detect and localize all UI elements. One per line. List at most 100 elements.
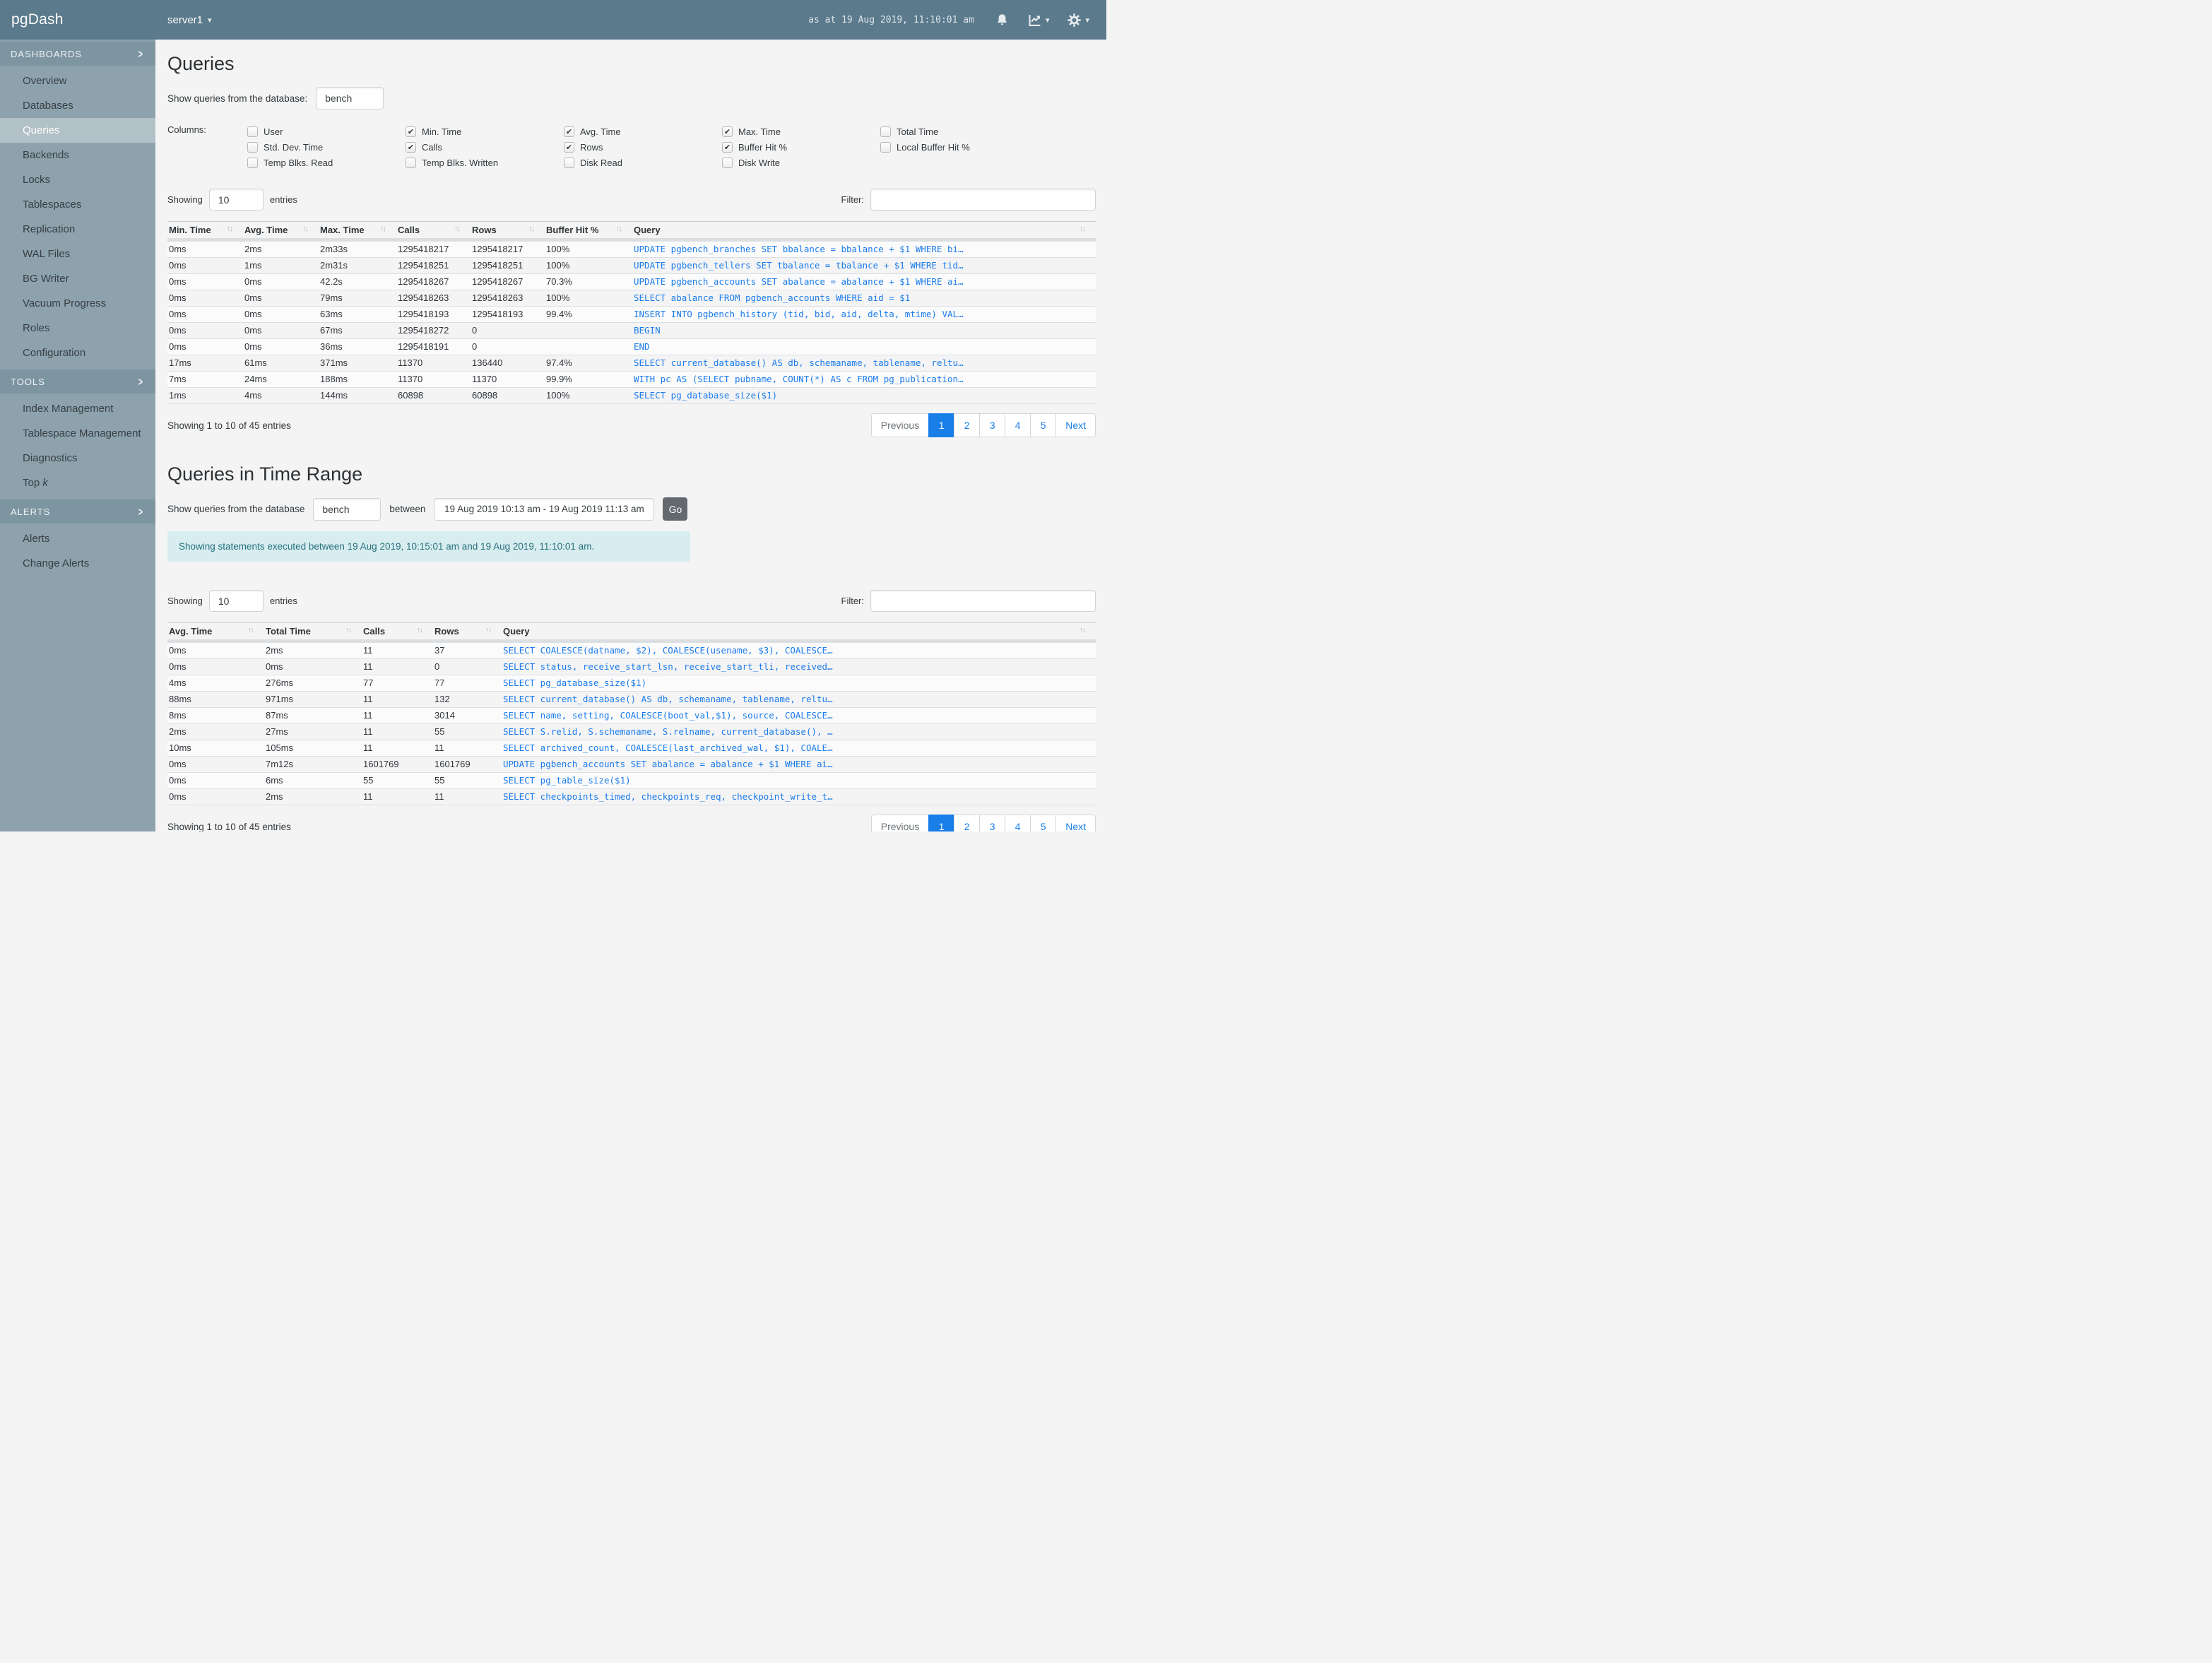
checkbox-calls[interactable]: Calls [406,139,564,155]
query-link[interactable]: SELECT abalance FROM pgbench_accounts WH… [632,290,1096,307]
query-link[interactable]: UPDATE pgbench_accounts SET abalance = a… [632,273,1096,290]
time-range-input[interactable] [434,497,655,521]
go-button[interactable]: Go [663,497,688,521]
notifications-button[interactable] [995,13,1010,28]
sidebar-item-wal-files[interactable]: WAL Files [0,242,155,266]
database-input[interactable] [313,497,382,521]
checkbox-avg-time[interactable]: Avg. Time [564,124,722,139]
query-link[interactable]: SELECT pg_database_size($1) [632,387,1096,404]
page-size-input[interactable] [208,189,264,211]
column-header-query[interactable]: ↑↓ Query [502,622,1096,643]
sort-icon: ↑↓ [302,225,309,233]
sidebar-item-change-alerts[interactable]: Change Alerts [0,551,155,576]
pagination-next[interactable]: Next [1055,413,1096,437]
query-link[interactable]: WITH pc AS (SELECT pubname, COUNT(*) AS … [632,371,1096,388]
checkbox-rows[interactable]: Rows [564,139,722,155]
column-header-max-time[interactable]: ↑↓ Max. Time [319,221,396,242]
pagination-page-5[interactable]: 5 [1030,815,1057,832]
database-input[interactable] [316,87,384,110]
query-link[interactable]: SELECT current_database() AS db, scheman… [502,691,1096,708]
query-link[interactable]: END [632,338,1096,355]
sidebar-item-tablespaces[interactable]: Tablespaces [0,192,155,217]
query-link[interactable]: SELECT pg_database_size($1) [502,675,1096,692]
query-link[interactable]: UPDATE pgbench_tellers SET tbalance = tb… [632,257,1096,274]
server-selector[interactable]: server1 ▾ [167,14,212,26]
checkbox-buffer-hit[interactable]: Buffer Hit % [722,139,880,155]
pagination-page-3[interactable]: 3 [979,413,1006,437]
pagination-page-3[interactable]: 3 [979,815,1006,832]
filter-input[interactable] [870,590,1096,612]
sidebar-item-diagnostics[interactable]: Diagnostics [0,446,155,471]
sidebar-item-tablespace-management[interactable]: Tablespace Management [0,421,155,446]
query-link[interactable]: SELECT current_database() AS db, scheman… [632,355,1096,372]
data-cell: 144ms [319,387,396,404]
column-header-avg-time[interactable]: ↑↓ Avg. Time [167,622,264,643]
charts-menu-button[interactable]: ▾ [1027,13,1049,28]
sidebar-section-alerts[interactable]: ALERTS > [0,499,155,523]
pagination-page-2[interactable]: 2 [954,413,981,437]
sidebar-item-locks[interactable]: Locks [0,167,155,192]
data-cell: 0ms [167,338,243,355]
query-link[interactable]: SELECT status, receive_start_lsn, receiv… [502,658,1096,675]
pagination-next[interactable]: Next [1055,815,1096,832]
sidebar-item-top-k[interactable]: Top k [0,471,155,495]
column-header-rows[interactable]: ↑↓ Rows [471,221,545,242]
checkbox-min-time[interactable]: Min. Time [406,124,564,139]
column-header-buffer-hit[interactable]: ↑↓ Buffer Hit % [545,221,632,242]
sidebar-item-databases[interactable]: Databases [0,93,155,118]
sidebar-section-tools[interactable]: TOOLS > [0,369,155,393]
checkbox-temp-blks-read[interactable]: Temp Blks. Read [247,155,406,170]
data-cell: 1295418217 [471,239,545,258]
column-header-query[interactable]: ↑↓ Query [632,221,1096,242]
sidebar-item-roles[interactable]: Roles [0,316,155,341]
brand-logo[interactable]: pgDash [0,11,155,28]
query-link[interactable]: SELECT archived_count, COALESCE(last_arc… [502,740,1096,757]
pagination-page-4[interactable]: 4 [1005,815,1031,832]
page-size-input[interactable] [208,590,264,612]
column-header-calls[interactable]: ↑↓ Calls [396,221,471,242]
column-header-avg-time[interactable]: ↑↓ Avg. Time [243,221,319,242]
sidebar-item-overview[interactable]: Overview [0,69,155,93]
query-link[interactable]: SELECT COALESCE(datname, $2), COALESCE(u… [502,641,1096,659]
query-link[interactable]: SELECT checkpoints_timed, checkpoints_re… [502,788,1096,805]
checkbox-std-dev-time[interactable]: Std. Dev. Time [247,139,406,155]
table-row: 8ms 87ms 11 3014 SELECT name, setting, COALE… [167,707,1096,724]
sidebar-section-dashboards[interactable]: DASHBOARDS > [0,42,155,66]
checkbox-max-time[interactable]: Max. Time [722,124,880,139]
pagination-page-2[interactable]: 2 [954,815,981,832]
settings-menu-button[interactable]: ▾ [1067,13,1089,28]
checkbox-disk-read[interactable]: Disk Read [564,155,722,170]
sidebar-item-replication[interactable]: Replication [0,217,155,242]
filter-input[interactable] [870,189,1096,211]
query-link[interactable]: SELECT name, setting, COALESCE(boot_val,… [502,707,1096,724]
checkbox-label: Total Time [897,126,939,137]
query-link[interactable]: SELECT pg_table_size($1) [502,772,1096,789]
checkbox-disk-write[interactable]: Disk Write [722,155,880,170]
sidebar-item-vacuum-progress[interactable]: Vacuum Progress [0,291,155,316]
pagination-page-1[interactable]: 1 [928,815,955,832]
query-link[interactable]: SELECT S.relid, S.schemaname, S.relname,… [502,723,1096,740]
query-link[interactable]: UPDATE pgbench_accounts SET abalance = a… [502,756,1096,773]
column-header-calls[interactable]: ↑↓ Calls [362,622,433,643]
checkbox-local-buffer-hit[interactable]: Local Buffer Hit % [880,139,1039,155]
sidebar-item-bg-writer[interactable]: BG Writer [0,266,155,291]
column-header-min-time[interactable]: ↑↓ Min. Time [167,221,243,242]
sidebar-item-configuration[interactable]: Configuration [0,341,155,365]
pagination-page-1[interactable]: 1 [928,413,955,437]
column-header-rows[interactable]: ↑↓ Rows [433,622,502,643]
pagination-page-4[interactable]: 4 [1005,413,1031,437]
checkbox-temp-blks-written[interactable]: Temp Blks. Written [406,155,564,170]
sidebar-item-alerts[interactable]: Alerts [0,526,155,551]
column-header-total-time[interactable]: ↑↓ Total Time [264,622,362,643]
query-link[interactable]: INSERT INTO pgbench_history (tid, bid, a… [632,306,1096,323]
checkbox-total-time[interactable]: Total Time [880,124,1039,139]
query-link[interactable]: BEGIN [632,322,1096,339]
pagination-previous[interactable]: Previous [870,815,930,832]
sidebar-item-backends[interactable]: Backends [0,143,155,167]
checkbox-user[interactable]: User [247,124,406,139]
pagination-previous[interactable]: Previous [870,413,930,437]
sidebar-item-index-management[interactable]: Index Management [0,396,155,421]
pagination-page-5[interactable]: 5 [1030,413,1057,437]
query-link[interactable]: UPDATE pgbench_branches SET bbalance = b… [632,239,1096,258]
sidebar-item-queries[interactable]: Queries [0,118,155,143]
